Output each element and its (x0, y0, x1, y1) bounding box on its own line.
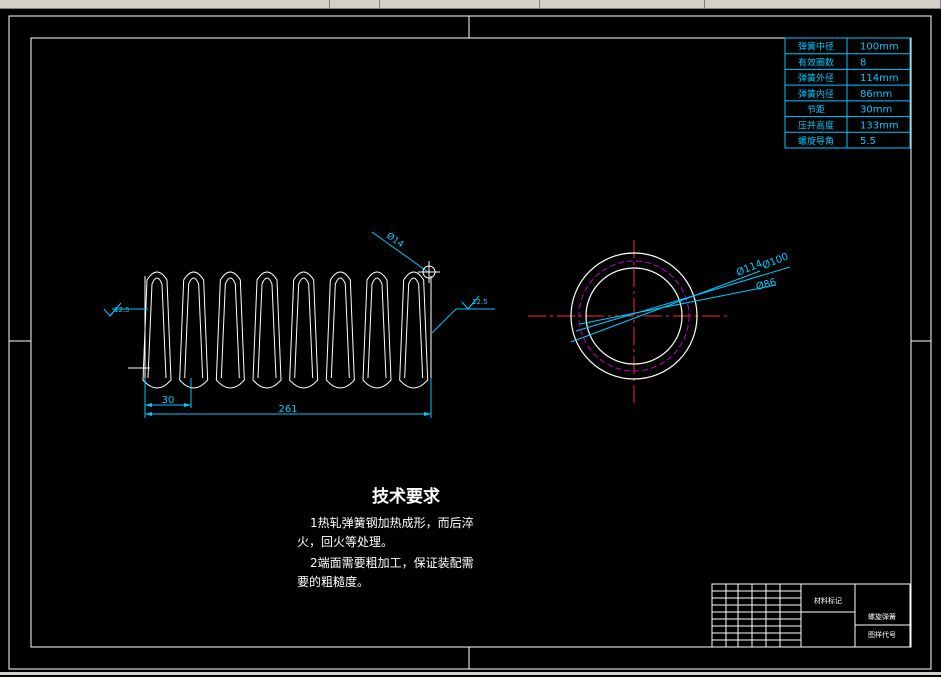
param-value: 100mm (860, 42, 899, 53)
title-block-part-name: 螺旋弹簧 (868, 612, 896, 621)
spring-side-view (142, 271, 432, 389)
spring-coil-inner (257, 277, 277, 379)
tech-line-1: 1热轧弹簧钢加热成形，而后淬 (310, 515, 474, 530)
drawing-svg: 弹簧中径 100mm 有效圈数 8 弹簧外径 114mm 弹簧内径 86mm 节距 30mm 压并高… (8, 15, 932, 670)
spring-coil-inner (367, 277, 387, 379)
spring-coil (289, 271, 319, 389)
param-value: 30mm (860, 105, 892, 116)
title-block-drawing-no: 图样代号 (868, 630, 896, 639)
centering-marks (9, 16, 931, 669)
drawing-canvas[interactable]: 弹簧中径 100mm 有效圈数 8 弹簧外径 114mm 弹簧内径 86mm 节距 30mm 压并高… (0, 9, 941, 673)
pitch-dim-label: 30 (162, 395, 175, 406)
tech-title: 技术要求 (372, 486, 440, 507)
param-label: 弹簧中径 (798, 41, 834, 53)
param-value: 133mm (860, 120, 899, 131)
title-block-material-mark: 材料标记 (814, 596, 842, 605)
roughness-right-leader (431, 308, 457, 334)
wire-dia-label: Ø14 (384, 230, 406, 250)
param-value: 86mm (860, 89, 892, 100)
param-value: 114mm (860, 73, 899, 84)
linetype-dropdown[interactable] (540, 0, 705, 8)
spring-coil-inner (330, 277, 350, 379)
param-label: 有效圈数 (798, 56, 834, 68)
sheet-outer-border (8, 15, 932, 670)
spring-coil-inner (404, 277, 424, 379)
spring-coil (325, 271, 355, 389)
toolbar-layer-icons[interactable] (330, 0, 380, 8)
technical-requirements: 技术要求 1热轧弹簧钢加热成形，而后淬 火，回火等处理。 2端面需要粗加工，保证… (297, 486, 474, 589)
spring-coil-inner (220, 277, 240, 379)
cad-application: 弹簧中径 100mm 有效圈数 8 弹簧外径 114mm 弹簧内径 86mm 节距 30mm 压并高… (0, 0, 941, 675)
param-value: 8 (860, 57, 866, 68)
roughness-left-value: 12.5 (114, 306, 130, 314)
param-value: 5.5 (860, 136, 876, 147)
spring-coil (362, 271, 392, 389)
layer-dropdown[interactable] (380, 0, 540, 8)
tech-line-2: 火，回火等处理。 (297, 535, 393, 549)
roughness-right-value: 12.5 (472, 298, 488, 306)
side-view-dimensions (103, 231, 495, 418)
spring-coil (399, 271, 429, 389)
spring-coil (142, 271, 172, 389)
spring-end-view: Ø114 Ø100 Ø86 (528, 240, 791, 405)
length-dim-label: 261 (278, 404, 297, 415)
top-toolbar (0, 0, 941, 9)
param-label: 压并高度 (798, 119, 834, 131)
spring-coil (215, 271, 245, 389)
parameters-table: 弹簧中径 100mm 有效圈数 8 弹簧外径 114mm 弹簧内径 86mm 节距 30mm 压并高… (784, 37, 911, 149)
spring-coil-inner (184, 277, 204, 379)
spring-coil-inner (294, 277, 314, 379)
lineweight-dropdown[interactable] (705, 0, 941, 8)
param-label: 节距 (807, 105, 825, 116)
tech-line-3: 2端面需要粗加工，保证装配需 (310, 556, 474, 570)
param-label: 弹簧外径 (798, 72, 834, 84)
spring-coil-inner (147, 277, 167, 379)
toolbar-icons[interactable] (0, 0, 330, 8)
spring-coil (179, 271, 209, 389)
param-label: 螺旋导角 (798, 135, 834, 147)
spring-coil (252, 271, 282, 389)
inner-dia-label: Ø86 (755, 276, 778, 293)
tech-line-4: 要的粗糙度。 (297, 574, 369, 589)
param-label: 弹簧内径 (798, 88, 834, 100)
